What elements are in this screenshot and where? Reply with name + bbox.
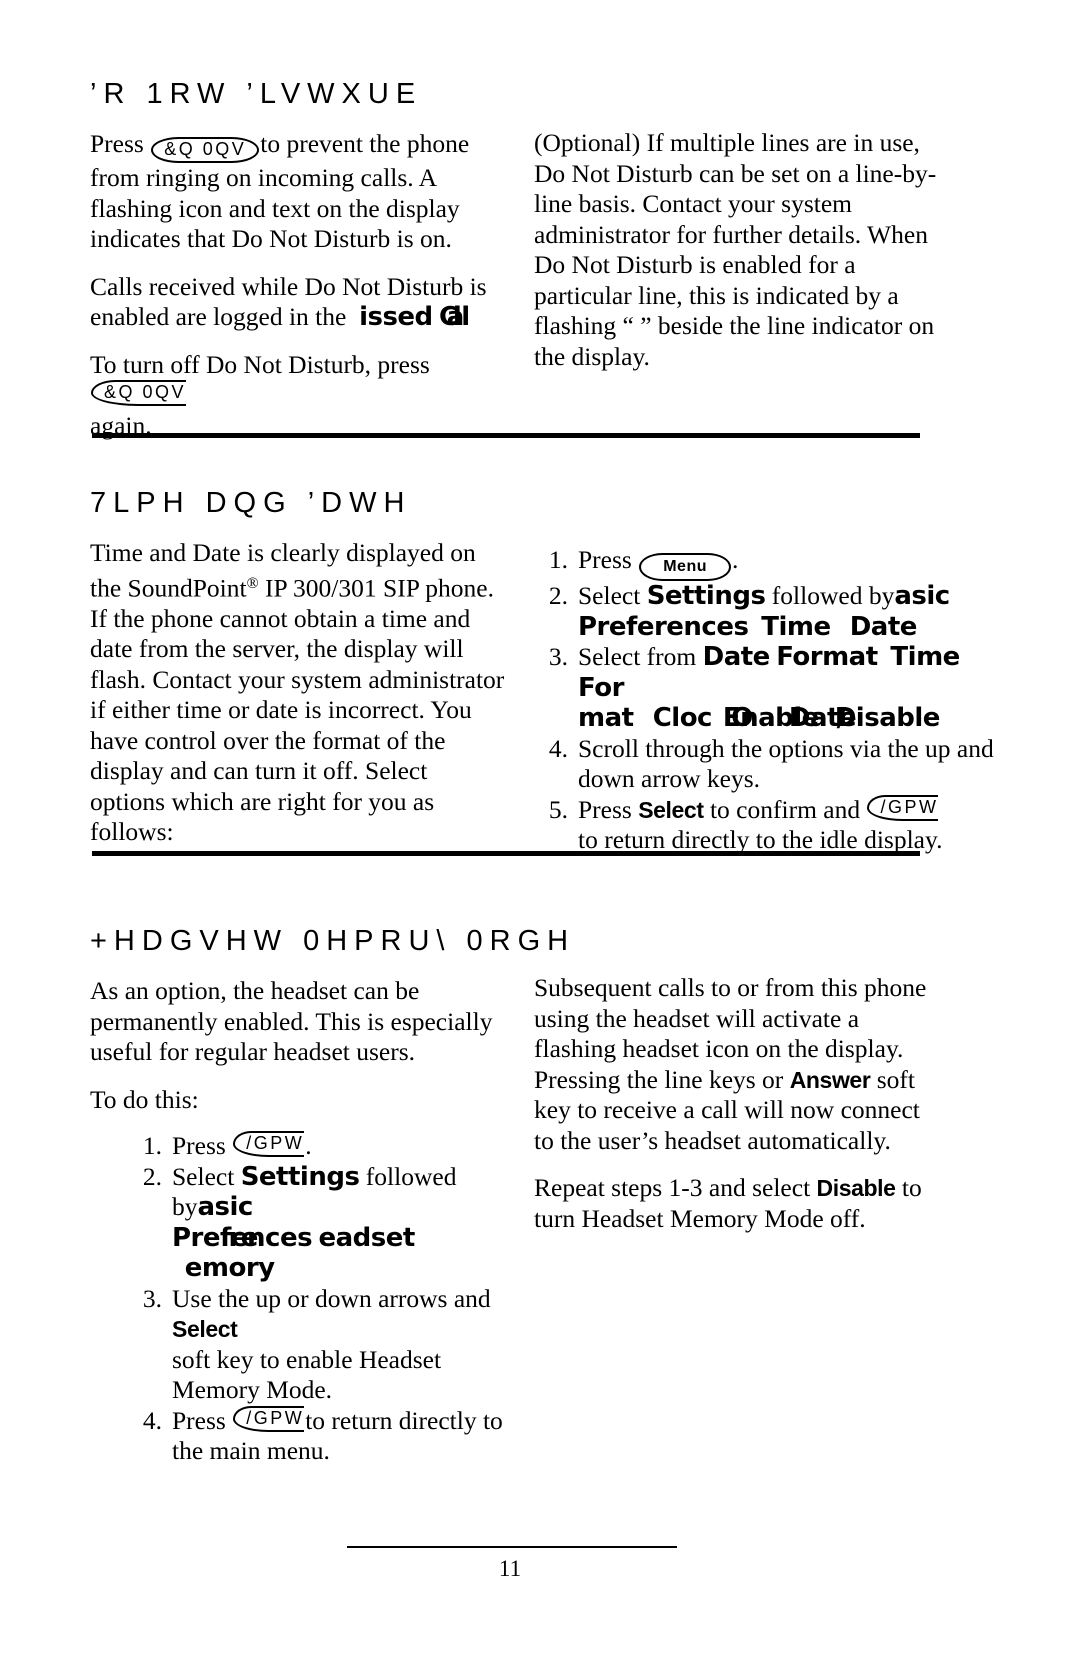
list-item: 4. Scroll through the options via the up… <box>534 734 1004 795</box>
section-headset-memory-right: Subsequent calls to or from this phone u… <box>534 973 934 1234</box>
step-number: 2. <box>548 581 568 610</box>
section-headset-memory-left: +HDGVHW 0HPRU\ 0RGH As an option, the he… <box>90 925 576 1467</box>
text-run: to confirm and <box>709 794 861 824</box>
softkey-label-answer: Answer <box>789 1066 871 1093</box>
list-item: 2. Select Settings followed byasic Prefe… <box>128 1162 520 1284</box>
paragraph: Calls received while Do Not Disturb is e… <box>90 272 508 333</box>
text-run: Select <box>578 581 641 610</box>
text-run: . <box>305 1131 312 1160</box>
section-time-and-date-left: 7LPH DQG ’DWH Time and Date is clearly d… <box>90 487 508 848</box>
list-item: 3. Select from Date Format Time For mat … <box>534 642 1004 734</box>
headset-memory-note: Subsequent calls to or from this phone u… <box>534 973 934 1234</box>
section-heading-time-and-date: 7LPH DQG ’DWH <box>90 487 412 519</box>
paragraph: To turn off Do Not Disturb, press &Q 0QV… <box>90 350 508 442</box>
do-not-disturb-note: (Optional) If multiple lines are in use,… <box>534 128 944 372</box>
document-page: ’R 1RW ’LVWXUE Press &Q 0QV to prevent th… <box>0 0 1080 1669</box>
step-number: 1. <box>142 1131 162 1160</box>
list-item: 3. Use the up or down arrows and Select … <box>128 1284 520 1406</box>
text-run: soft key to enable Headset Memory Mode. <box>172 1344 442 1405</box>
screen-label-basic: asic <box>197 1192 254 1222</box>
screen-label-headset: eadset <box>318 1222 415 1253</box>
screen-label-format: Format <box>776 642 878 672</box>
footer-divider <box>347 1546 677 1548</box>
paragraph: Press &Q 0QV to prevent the phone from ri… <box>90 129 508 255</box>
screen-label-settings: Settings <box>646 581 766 611</box>
registered-mark: ® <box>246 574 259 592</box>
text-run: to return directly to the idle display. <box>578 825 943 854</box>
key-do-not-disturb[interactable]: &Q 0QV <box>151 137 260 163</box>
key-menu[interactable]: /GPW <box>233 1405 305 1432</box>
softkey-label-select: Select <box>172 1316 238 1342</box>
text-run: To turn off Do Not Disturb, press <box>90 349 430 379</box>
paragraph: Repeat steps 1-3 and select Disable to t… <box>534 1173 934 1234</box>
text-run: Press <box>172 1405 226 1435</box>
list-item: 5. Press Select to confirm and /GPW to r… <box>534 794 1004 856</box>
text-run: Use the up or down arrows and <box>172 1283 491 1313</box>
section-time-and-date-steps: 1. Press Menu. 2. Select Settings follow… <box>534 545 1004 856</box>
text-run: followed by <box>771 581 895 610</box>
screen-label-disable: Disable <box>834 703 941 733</box>
screen-label-time: Time <box>890 642 960 672</box>
key-do-not-disturb-2[interactable]: &Q 0QV <box>91 380 187 406</box>
key-menu[interactable]: /GPW <box>867 794 939 821</box>
screen-label-settings: Settings <box>240 1161 360 1192</box>
step-number: 4. <box>142 1405 162 1435</box>
screen-label-for: For <box>578 672 624 703</box>
paragraph: (Optional) If multiple lines are in use,… <box>534 128 937 371</box>
text-run: IP 300/301 SIP phone. If the phone canno… <box>90 573 505 847</box>
page-number: 11 <box>498 1556 522 1581</box>
text-run: . <box>732 545 739 574</box>
do-not-disturb-body: Press &Q 0QV to prevent the phone from ri… <box>90 129 508 441</box>
screen-label-time: Time <box>761 611 831 642</box>
section-heading-do-not-disturb: ’R 1RW ’LVWXUE <box>90 78 423 110</box>
screen-label-memory: emory <box>184 1253 275 1283</box>
key-menu[interactable]: /GPW <box>233 1131 305 1157</box>
headset-memory-body: As an option, the headset can be permane… <box>90 976 520 1115</box>
softkey-label-select: Select <box>638 796 704 823</box>
screen-label-date: Date <box>702 642 771 672</box>
section-heading-headset-memory-mode: +HDGVHW 0HPRU\ 0RGH <box>90 925 576 957</box>
screen-label-mat: mat <box>578 703 634 733</box>
paragraph: Time and Date is clearly displayed on th… <box>90 538 508 848</box>
screen-label-clock: Cloc <box>652 703 713 733</box>
step-number: 3. <box>142 1283 162 1313</box>
softkey-label-disable: Disable <box>816 1175 896 1201</box>
section-do-not-disturb-left: ’R 1RW ’LVWXUE Press &Q 0QV to prevent th… <box>90 78 508 441</box>
text-run: to prevent the phone from ringing on inc… <box>90 129 470 253</box>
section-do-not-disturb-right: (Optional) If multiple lines are in use,… <box>534 128 944 372</box>
list-item: 4. Press /GPWto return directly to the m… <box>128 1405 520 1467</box>
list-item: 1. Press Menu. <box>534 545 1004 581</box>
list-item: 1. Press /GPW. <box>128 1131 520 1162</box>
text-run: Scroll through the options via the up an… <box>578 733 994 794</box>
key-menu[interactable]: Menu <box>639 553 731 581</box>
step-number: 1. <box>548 545 568 574</box>
screen-label-preferences: Preferences <box>578 611 749 642</box>
text-run: Press <box>172 1131 226 1160</box>
screen-label-nces: nces <box>247 1222 313 1253</box>
time-and-date-step-list: 1. Press Menu. 2. Select Settings follow… <box>534 545 1004 856</box>
step-number: 4. <box>548 733 568 763</box>
list-item: 2. Select Settings followed byasic Prefe… <box>534 581 1004 642</box>
section-divider-2 <box>92 851 920 856</box>
screen-label-missed: issed <box>359 302 433 332</box>
screen-label-basic: asic <box>894 581 950 611</box>
paragraph: Subsequent calls to or from this phone u… <box>534 973 934 1156</box>
headset-memory-step-list: 1. Press /GPW. 2. Select Settings follow… <box>128 1131 520 1467</box>
text-run: Select <box>172 1161 235 1191</box>
text-run: Press <box>578 794 632 824</box>
step-number: 3. <box>548 642 568 671</box>
text-run: Press <box>578 545 632 574</box>
paragraph: As an option, the headset can be permane… <box>90 976 493 1066</box>
time-and-date-body: Time and Date is clearly displayed on th… <box>90 538 508 848</box>
paragraph: To do this: <box>90 1084 199 1114</box>
text-run: Press <box>90 129 144 158</box>
step-number: 2. <box>142 1161 162 1191</box>
screen-label-date: Date <box>849 611 918 642</box>
step-number: 5. <box>548 794 568 824</box>
text-run: Repeat steps 1-3 and select <box>534 1173 811 1202</box>
text-run: Select from <box>578 642 697 671</box>
section-divider-1 <box>92 433 920 438</box>
screen-label-ll: ll <box>452 302 470 332</box>
